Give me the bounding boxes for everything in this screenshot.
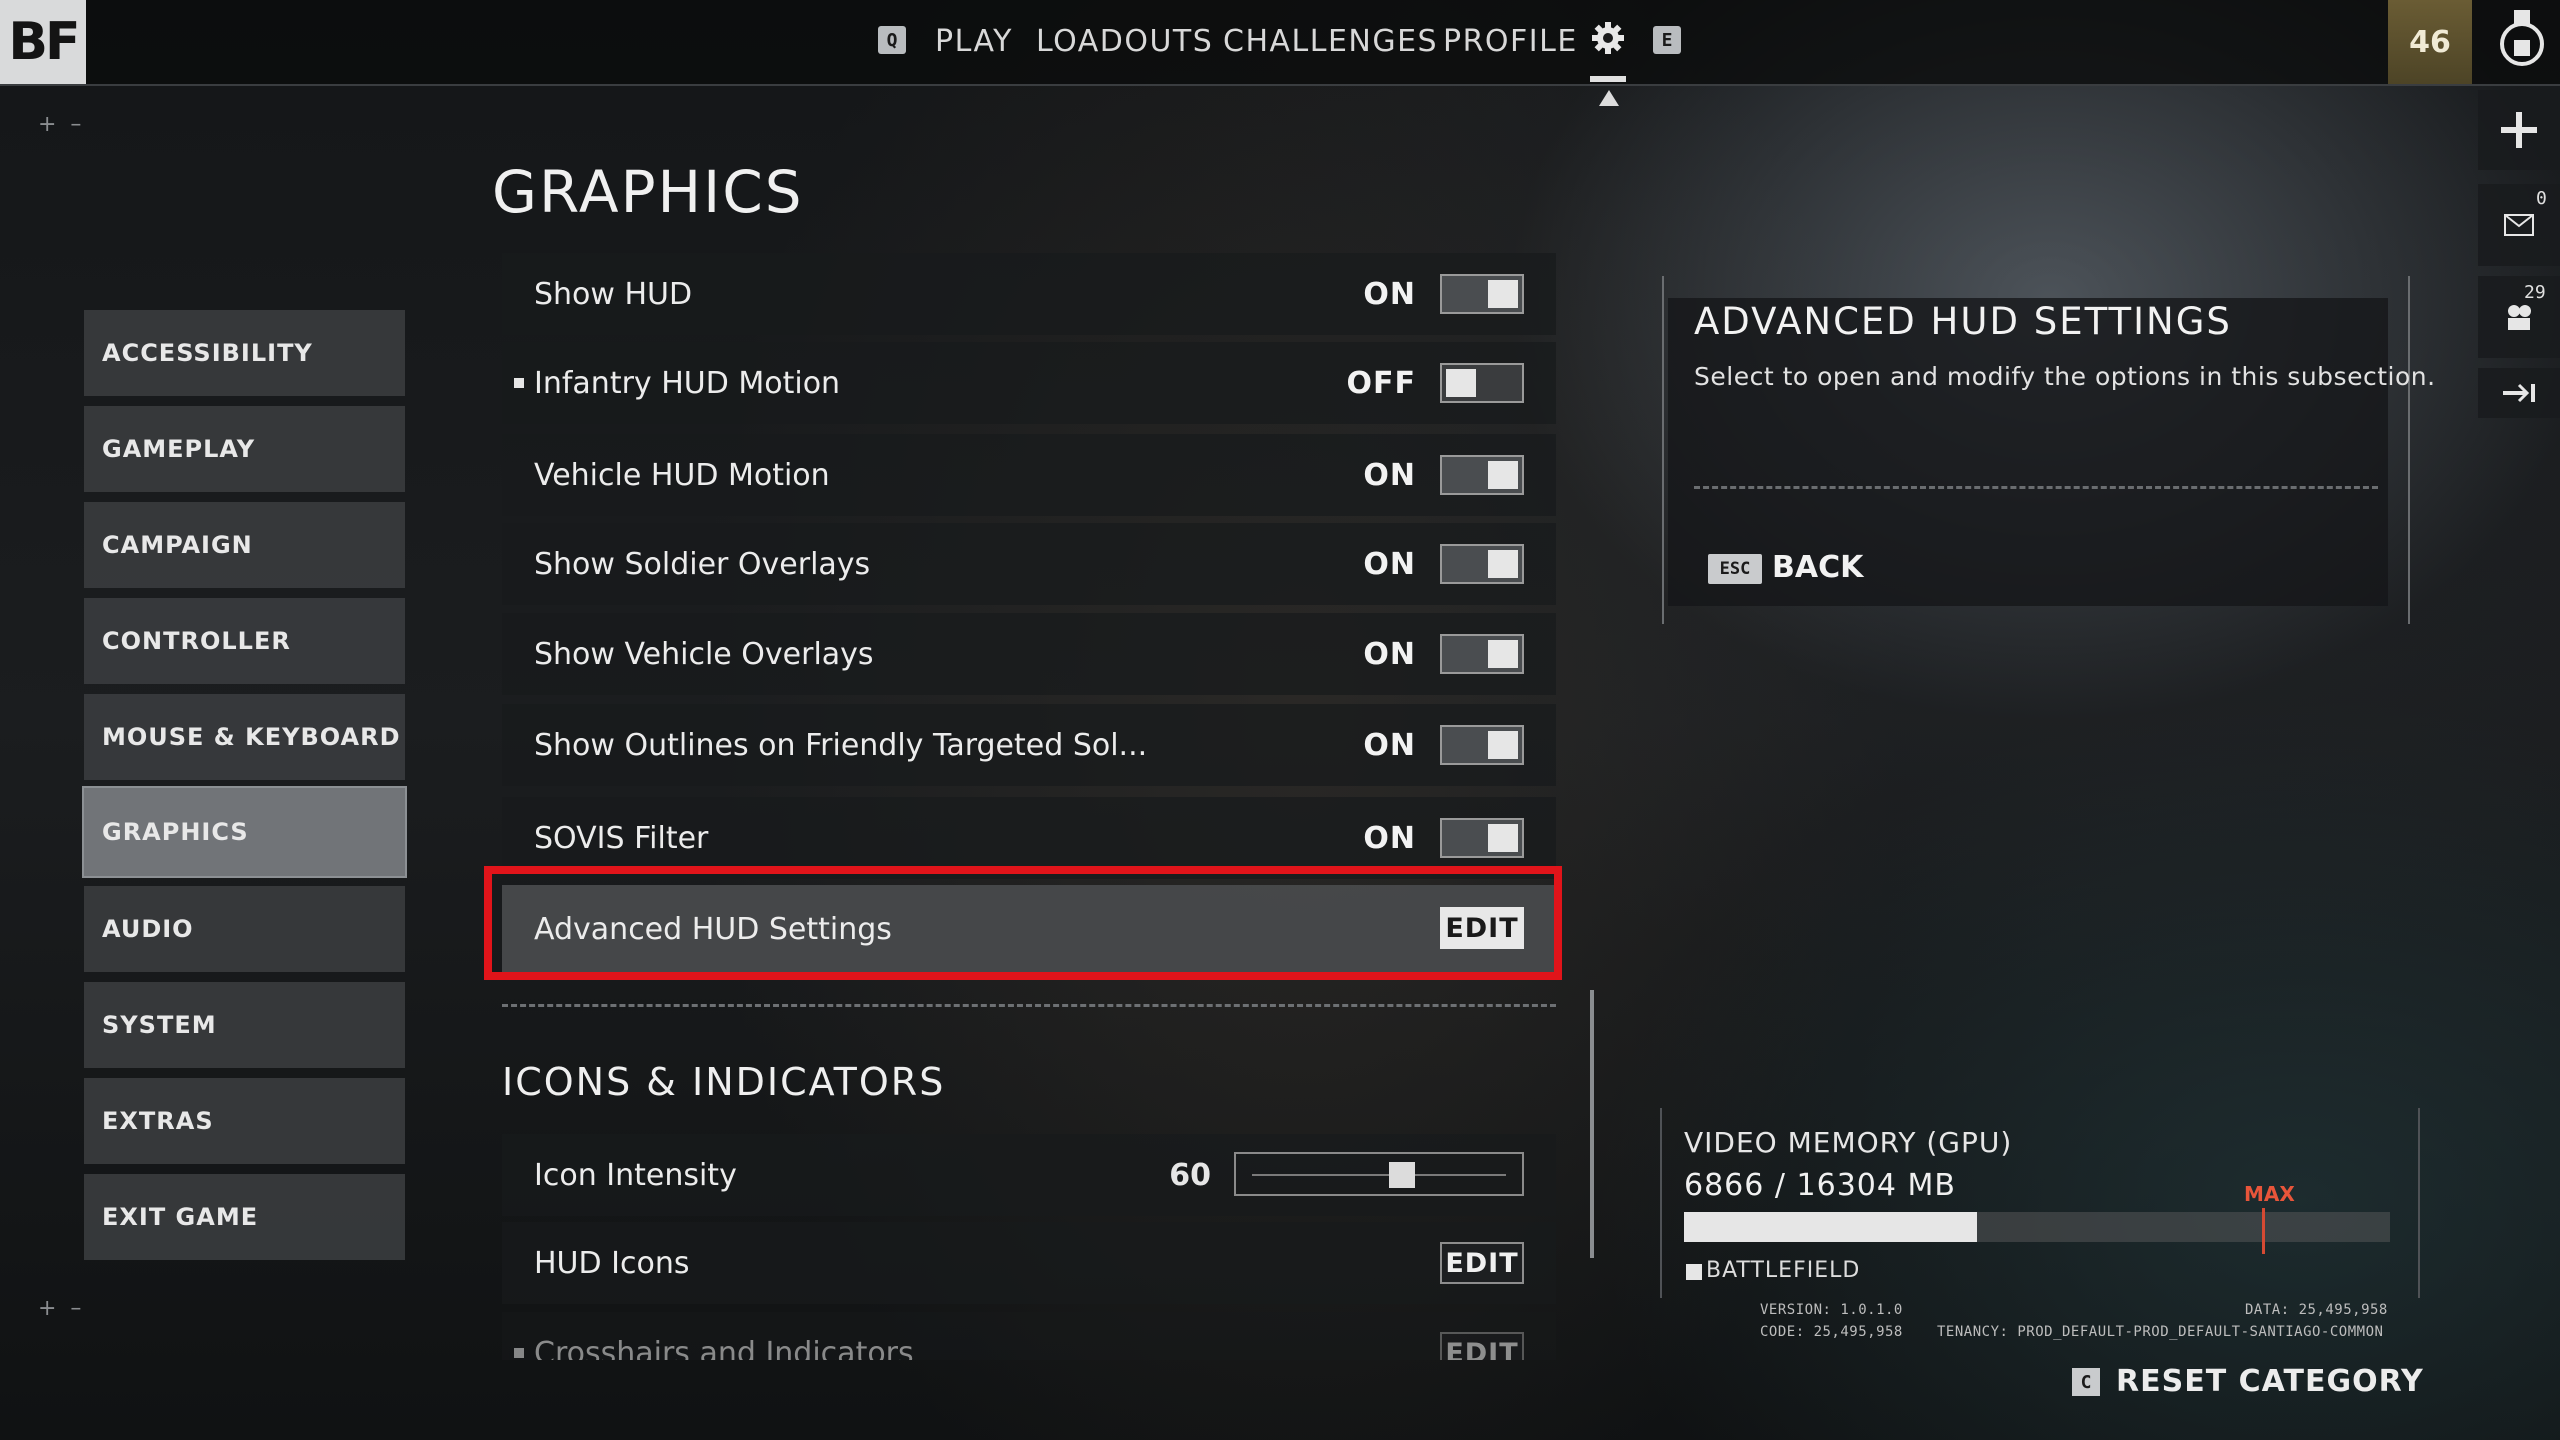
tenancy-text: TENANCY: PROD_DEFAULT-PROD_DEFAULT-SANTI… <box>1937 1324 2384 1340</box>
plus-icon <box>2501 112 2537 148</box>
edit-button[interactable]: EDIT <box>1440 1242 1524 1284</box>
sidebar-item-graphics[interactable]: GRAPHICS <box>82 786 407 878</box>
page-title: GRAPHICS <box>492 158 804 226</box>
sidebar-item-mouse-keyboard[interactable]: MOUSE & KEYBOARD <box>84 694 405 780</box>
nav-loadouts[interactable]: LOADOUTS <box>1036 24 1213 59</box>
squad-count: 29 <box>2524 282 2546 303</box>
setting-value: ON <box>1363 457 1416 493</box>
sidebar-item-audio[interactable]: AUDIO <box>84 886 405 972</box>
toggle-switch[interactable] <box>1440 455 1524 495</box>
section-title-icons-indicators: ICONS & INDICATORS <box>502 1060 946 1104</box>
sidebar-item-campaign[interactable]: CAMPAIGN <box>84 502 405 588</box>
mail-icon <box>2504 214 2534 236</box>
toggle-switch[interactable] <box>1440 725 1524 765</box>
add-friend-button[interactable] <box>2478 90 2560 170</box>
nav-challenges[interactable]: CHALLENGES <box>1223 24 1438 59</box>
game-logo: BF <box>0 0 86 84</box>
setting-row-infantry-hud-motion[interactable]: Infantry HUD Motion OFF <box>502 342 1556 424</box>
sidebar-item-accessibility[interactable]: ACCESSIBILITY <box>84 310 405 396</box>
setting-label: Show Vehicle Overlays <box>534 636 874 672</box>
version-text: VERSION: 1.0.1.0 <box>1760 1302 1903 1318</box>
setting-value: ON <box>1363 546 1416 582</box>
slider-value: 60 <box>1169 1157 1211 1193</box>
setting-row-show-hud[interactable]: Show HUD ON <box>502 253 1556 335</box>
profile-avatar-icon[interactable] <box>2484 0 2560 84</box>
active-tab-caret-icon <box>1599 90 1619 106</box>
legend-label: BATTLEFIELD <box>1706 1258 1861 1283</box>
setting-row-icon-intensity[interactable]: Icon Intensity 60 <box>502 1134 1556 1216</box>
data-text: DATA: 25,495,958 <box>2245 1302 2388 1318</box>
active-tab-underline <box>1590 76 1626 82</box>
section-divider <box>502 1004 1556 1007</box>
reset-category-button[interactable]: RESET CATEGORY <box>2116 1364 2424 1399</box>
sidebar-item-exit-game[interactable]: EXIT GAME <box>84 1174 405 1260</box>
slider-thumb[interactable] <box>1388 1162 1415 1188</box>
setting-value: ON <box>1363 276 1416 312</box>
modified-marker-icon <box>514 378 524 388</box>
setting-row-hud-icons[interactable]: HUD Icons EDIT <box>502 1222 1556 1304</box>
setting-label: Vehicle HUD Motion <box>534 457 830 493</box>
sidebar-item-gameplay[interactable]: GAMEPLAY <box>84 406 405 492</box>
video-memory-bar-fill <box>1684 1212 1978 1242</box>
nav-profile[interactable]: PROFILE <box>1443 24 1578 59</box>
setting-value: ON <box>1363 727 1416 763</box>
memory-max-label: MAX <box>2244 1182 2295 1206</box>
setting-label: Show Soldier Overlays <box>534 546 871 582</box>
e-key-hint: E <box>1653 26 1681 54</box>
video-memory-value: 6866 / 16304 MB <box>1684 1168 1956 1203</box>
setting-row-show-vehicle-overlays[interactable]: Show Vehicle Overlays ON <box>502 613 1556 695</box>
code-text: CODE: 25,495,958 <box>1760 1324 1903 1340</box>
esc-key-hint: ESC <box>1708 554 1762 584</box>
setting-value: OFF <box>1346 365 1416 401</box>
setting-label: Show HUD <box>534 276 693 312</box>
setting-row-vehicle-hud-motion[interactable]: Vehicle HUD Motion ON <box>502 434 1556 516</box>
corner-mark: + – <box>38 1296 82 1321</box>
toggle-switch[interactable] <box>1440 818 1524 858</box>
slider-line <box>1252 1174 1506 1176</box>
corner-mark: + – <box>38 112 82 137</box>
video-memory-title: VIDEO MEMORY (GPU) <box>1684 1126 2013 1159</box>
mail-button[interactable] <box>2478 184 2560 266</box>
info-divider <box>1694 486 2378 489</box>
legend-swatch <box>1686 1264 1702 1280</box>
info-description: Select to open and modify the options in… <box>1694 362 2436 391</box>
setting-label: HUD Icons <box>534 1245 690 1281</box>
setting-row-crosshairs-indicators[interactable]: Crosshairs and Indicators EDIT <box>502 1312 1556 1360</box>
setting-label: Infantry HUD Motion <box>534 365 841 401</box>
sidebar-item-controller[interactable]: CONTROLLER <box>84 598 405 684</box>
sidebar-item-system[interactable]: SYSTEM <box>84 982 405 1068</box>
squad-icon <box>2508 305 2531 330</box>
setting-label: Crosshairs and Indicators <box>534 1335 914 1361</box>
player-level-badge[interactable]: 46 <box>2388 0 2472 84</box>
icon-intensity-slider[interactable] <box>1234 1152 1524 1196</box>
squad-button[interactable] <box>2478 276 2560 358</box>
collapse-panel-button[interactable] <box>2478 368 2560 418</box>
setting-label: Icon Intensity <box>534 1157 737 1193</box>
selection-highlight-box <box>484 866 1562 980</box>
video-memory-bar <box>1684 1212 2390 1242</box>
setting-label: Show Outlines on Friendly Targeted Sol..… <box>534 727 1148 763</box>
arrow-right-bar-icon <box>2503 383 2535 403</box>
c-key-hint: C <box>2072 1368 2100 1396</box>
info-title: ADVANCED HUD SETTINGS <box>1694 300 2232 343</box>
modified-marker-icon <box>514 1348 524 1358</box>
setting-row-show-soldier-overlays[interactable]: Show Soldier Overlays ON <box>502 523 1556 605</box>
setting-row-show-outlines-friendly[interactable]: Show Outlines on Friendly Targeted Sol..… <box>502 704 1556 786</box>
toggle-switch[interactable] <box>1440 363 1524 403</box>
nav-play[interactable]: PLAY <box>935 24 1013 59</box>
toggle-switch[interactable] <box>1440 634 1524 674</box>
memory-max-marker <box>2262 1208 2265 1254</box>
scrollbar[interactable] <box>1590 990 1594 1258</box>
mail-count: 0 <box>2536 188 2547 209</box>
toggle-switch[interactable] <box>1440 544 1524 584</box>
toggle-switch[interactable] <box>1440 274 1524 314</box>
q-key-hint: Q <box>878 26 906 54</box>
back-button[interactable]: BACK <box>1772 550 1863 585</box>
sidebar-item-extras[interactable]: EXTRAS <box>84 1078 405 1164</box>
settings-gear-icon[interactable] <box>1590 20 1626 56</box>
setting-value: ON <box>1363 636 1416 672</box>
edit-button[interactable]: EDIT <box>1440 1332 1524 1360</box>
